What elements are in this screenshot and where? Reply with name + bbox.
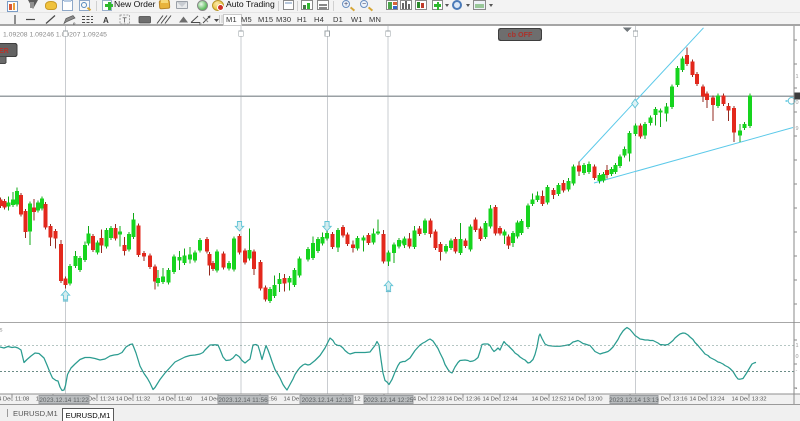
svg-text:ER: ER — [0, 48, 9, 55]
svg-text:14 Dec 12:44: 14 Dec 12:44 — [482, 397, 518, 403]
svg-text:T: T — [123, 18, 128, 25]
svg-text:2023.12.14 11:22: 2023.12.14 11:22 — [39, 397, 89, 404]
svg-text:14 Dec 13:32: 14 Dec 13:32 — [731, 397, 766, 403]
svg-text:e: e — [199, 21, 202, 26]
svg-text:cb OFF: cb OFF — [508, 30, 533, 39]
svg-text:2023.12.14 12:25: 2023.12.14 12:25 — [364, 397, 414, 404]
svg-text:1: 1 — [796, 343, 799, 349]
svg-text:14 Dec 13:24: 14 Dec 13:24 — [689, 397, 725, 403]
svg-text:2023.12.14 13:13: 2023.12.14 13:13 — [609, 397, 659, 404]
svg-text:2023.12.14 12:13: 2023.12.14 12:13 — [302, 397, 352, 404]
svg-text:0: 0 — [796, 354, 799, 360]
svg-text:14 Dec 12:52: 14 Dec 12:52 — [531, 397, 566, 403]
svg-text:14 Dec 11:40: 14 Dec 11:40 — [158, 397, 193, 403]
svg-text:1.09208 1.09246 1.09207 1.0924: 1.09208 1.09246 1.09207 1.09245 — [3, 32, 107, 39]
svg-text:14 Dec 12:36: 14 Dec 12:36 — [445, 397, 481, 403]
svg-text:s: s — [0, 328, 3, 334]
svg-text:A: A — [103, 16, 109, 25]
svg-text:14 Dec 11:08: 14 Dec 11:08 — [0, 397, 30, 403]
svg-text:9: 9 — [796, 126, 799, 132]
svg-text:e: e — [73, 21, 76, 26]
svg-text:1: 1 — [796, 74, 799, 80]
svg-text:-: - — [796, 368, 798, 374]
svg-text:14 Dec 11:32: 14 Dec 11:32 — [116, 397, 151, 403]
svg-text:14 Dec 12:28: 14 Dec 12:28 — [409, 397, 445, 403]
svg-text:2023.12.14 11:56: 2023.12.14 11:56 — [218, 397, 268, 404]
svg-text:-: - — [796, 386, 798, 392]
svg-text:0: 0 — [796, 100, 799, 106]
svg-text:14 Dec 13:00: 14 Dec 13:00 — [567, 397, 603, 403]
